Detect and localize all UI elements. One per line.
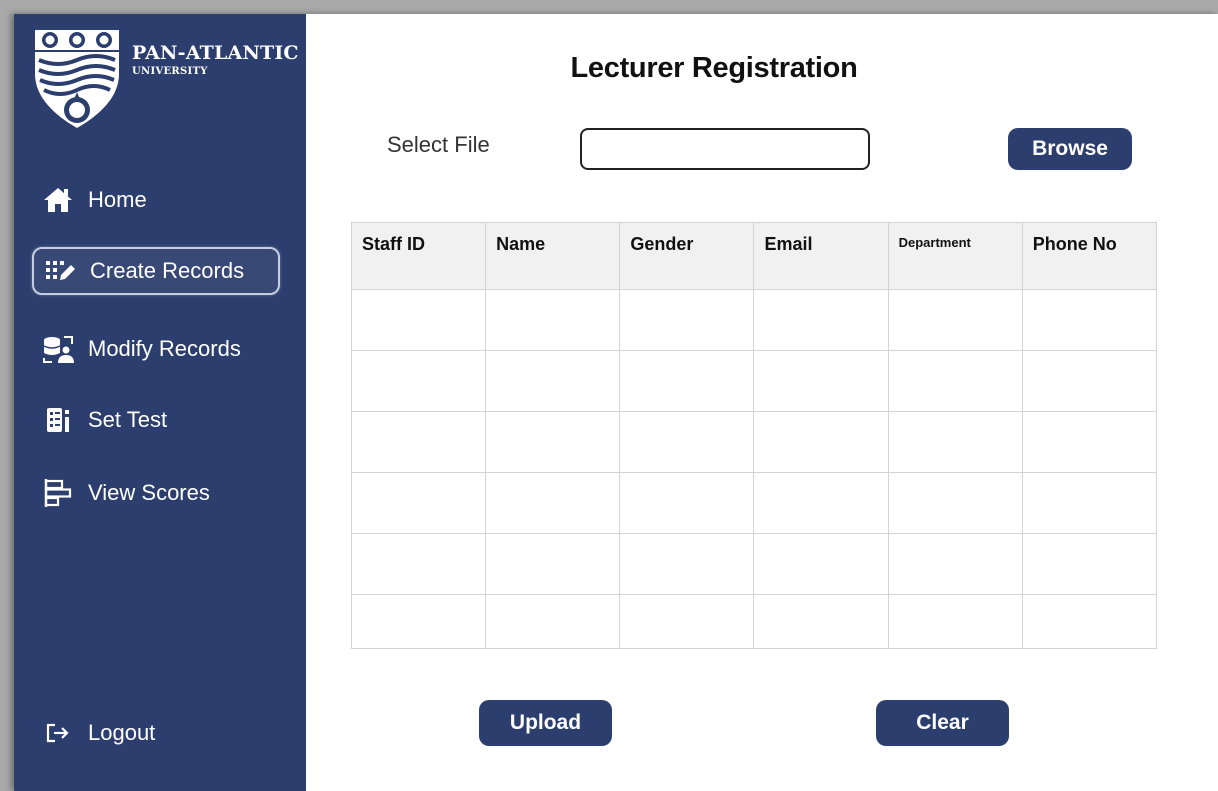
table-cell[interactable]: [485, 289, 621, 351]
table-cell[interactable]: [1021, 411, 1158, 473]
upload-button[interactable]: Upload: [479, 700, 612, 746]
table-cell[interactable]: [350, 472, 487, 534]
sidebar-item-label: Set Test: [88, 407, 168, 432]
table-cell[interactable]: [887, 350, 1023, 412]
table-cell[interactable]: [887, 533, 1023, 595]
view-scores-icon: [40, 478, 76, 508]
table-cell[interactable]: [887, 289, 1023, 351]
logout-label: Logout: [88, 720, 156, 745]
table-row: [350, 350, 1158, 412]
table-cell[interactable]: [619, 411, 755, 473]
sidebar-item-label: View Scores: [88, 480, 210, 505]
table-cell[interactable]: [1021, 594, 1158, 649]
table-row: [350, 411, 1158, 473]
table-cell[interactable]: [619, 594, 755, 649]
table-cell[interactable]: [753, 594, 889, 649]
table-cell[interactable]: [485, 594, 621, 649]
table-row: [350, 472, 1158, 534]
table-cell[interactable]: [1021, 350, 1158, 412]
table-cell[interactable]: [887, 594, 1023, 649]
create-records-icon: [42, 256, 78, 286]
table-cell[interactable]: [887, 411, 1023, 473]
university-logo: [32, 28, 122, 141]
table-cell[interactable]: [485, 472, 621, 534]
table-cell[interactable]: [753, 289, 889, 351]
table-cell[interactable]: [485, 411, 621, 473]
column-header-email[interactable]: Email: [753, 222, 889, 290]
clear-button[interactable]: Clear: [876, 700, 1009, 746]
table-row: [350, 289, 1158, 351]
table-cell[interactable]: [619, 533, 755, 595]
select-file-label: Select File: [387, 132, 490, 157]
table-cell[interactable]: [1021, 472, 1158, 534]
set-test-icon: [40, 405, 76, 435]
modify-records-icon: [40, 334, 76, 364]
table-cell[interactable]: [350, 533, 487, 595]
table-row: [350, 533, 1158, 595]
table-cell[interactable]: [887, 472, 1023, 534]
sidebar-item-label: Modify Records: [88, 336, 241, 361]
table-cell[interactable]: [619, 472, 755, 534]
sidebar-item-label: Create Records: [90, 258, 245, 283]
logout-button[interactable]: Logout: [32, 709, 280, 757]
table-cell[interactable]: [485, 350, 621, 412]
table-cell[interactable]: [350, 594, 487, 649]
table-header-row: Staff ID Name Gender Email Department Ph…: [350, 222, 1158, 290]
logout-icon: [40, 718, 76, 748]
app-window: PAN-ATLANTIC UNIVERSITY Home Create Reco…: [14, 14, 1218, 791]
browse-button[interactable]: Browse: [1008, 128, 1132, 170]
column-header-staff-id[interactable]: Staff ID: [350, 222, 487, 290]
table-cell[interactable]: [619, 289, 755, 351]
table-row: [350, 594, 1158, 649]
table-cell[interactable]: [350, 350, 487, 412]
table-cell[interactable]: [753, 472, 889, 534]
table-cell[interactable]: [753, 350, 889, 412]
sidebar-item-home[interactable]: Home: [32, 176, 280, 224]
table-cell[interactable]: [350, 411, 487, 473]
sidebar-item-view-scores[interactable]: View Scores: [32, 469, 280, 517]
column-header-phone-no[interactable]: Phone No: [1021, 222, 1158, 290]
sidebar-item-label: Home: [88, 187, 147, 212]
table-cell[interactable]: [1021, 289, 1158, 351]
sidebar-item-set-test[interactable]: Set Test: [32, 396, 280, 444]
table-cell[interactable]: [619, 350, 755, 412]
table-cell[interactable]: [350, 289, 487, 351]
table-cell[interactable]: [1021, 533, 1158, 595]
logo-subtitle: UNIVERSITY: [132, 66, 208, 77]
table-cell[interactable]: [753, 533, 889, 595]
column-header-gender[interactable]: Gender: [619, 222, 755, 290]
page-title: Lecturer Registration: [570, 52, 858, 84]
table-cell[interactable]: [485, 533, 621, 595]
university-crest-icon: [35, 30, 119, 128]
table-cell[interactable]: [753, 411, 889, 473]
sidebar-item-modify-records[interactable]: Modify Records: [32, 325, 280, 373]
lecturer-table: Staff ID Name Gender Email Department Ph…: [350, 222, 1158, 649]
sidebar-item-create-records[interactable]: Create Records: [32, 247, 280, 295]
logo-name: PAN-ATLANTIC: [132, 42, 299, 64]
column-header-department[interactable]: Department: [887, 222, 1023, 290]
sidebar: PAN-ATLANTIC UNIVERSITY Home Create Reco…: [14, 14, 306, 791]
main-content: Lecturer Registration Select File Browse…: [306, 14, 1218, 791]
column-header-name[interactable]: Name: [485, 222, 621, 290]
file-path-input[interactable]: [580, 128, 870, 170]
home-icon: [40, 185, 76, 215]
